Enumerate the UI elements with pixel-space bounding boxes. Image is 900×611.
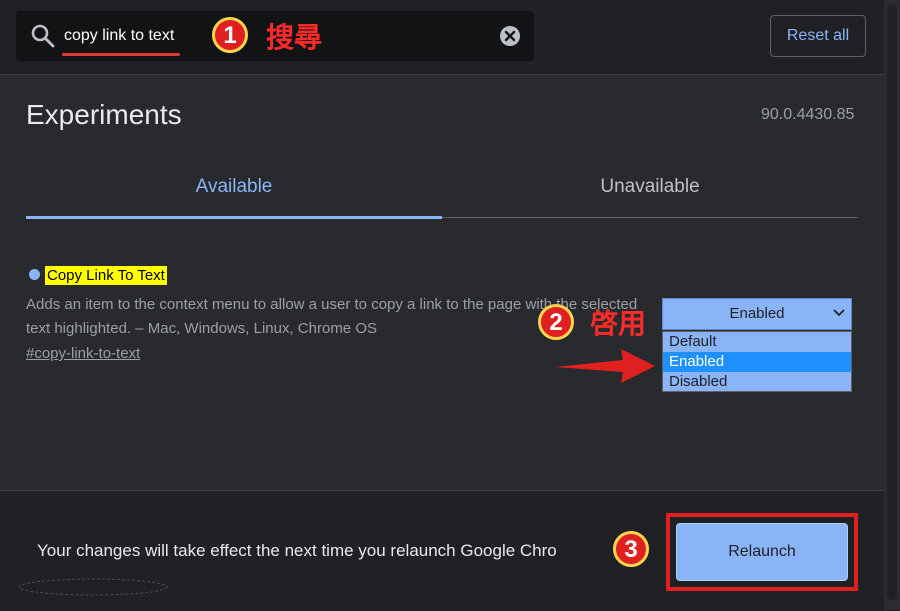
flag-title: Copy Link To Text — [45, 266, 167, 285]
tab-active-indicator — [26, 216, 442, 219]
step-3-badge: 3 — [613, 531, 649, 567]
select-options-list: Default Enabled Disabled — [662, 331, 852, 392]
clear-search-icon[interactable] — [499, 25, 521, 47]
search-icon — [31, 24, 55, 48]
annotation-arrow-icon — [555, 349, 655, 383]
option-enabled[interactable]: Enabled — [663, 352, 851, 372]
reset-all-button[interactable]: Reset all — [770, 15, 866, 57]
version-number: 90.0.4430.85 — [761, 106, 855, 123]
relaunch-button[interactable]: Relaunch — [676, 523, 848, 581]
option-default[interactable]: Default — [663, 332, 851, 352]
step-1-badge: 1 — [212, 17, 248, 53]
search-underline-annotation — [62, 53, 180, 56]
tab-unavailable[interactable]: Unavailable — [442, 176, 858, 218]
flag-anchor-link[interactable]: #copy-link-to-text — [26, 345, 140, 362]
page-title: Experiments — [26, 99, 182, 130]
flag-state-select[interactable]: Enabled — [662, 298, 852, 330]
watermark-logo-icon — [18, 578, 168, 596]
step-1-label: 搜尋 — [266, 21, 323, 54]
option-disabled[interactable]: Disabled — [663, 372, 851, 392]
step-2-badge: 2 — [538, 304, 574, 340]
vertical-scrollbar[interactable] — [884, 0, 900, 610]
scrollbar-thumb[interactable] — [887, 4, 897, 600]
chevron-down-icon — [833, 309, 845, 317]
relaunch-message: Your changes will take effect the next t… — [37, 541, 557, 560]
select-selected-value: Enabled — [729, 305, 785, 322]
tab-available[interactable]: Available — [26, 176, 442, 218]
flag-modified-dot-icon — [29, 269, 40, 280]
step-2-label: 啓用 — [590, 307, 647, 340]
